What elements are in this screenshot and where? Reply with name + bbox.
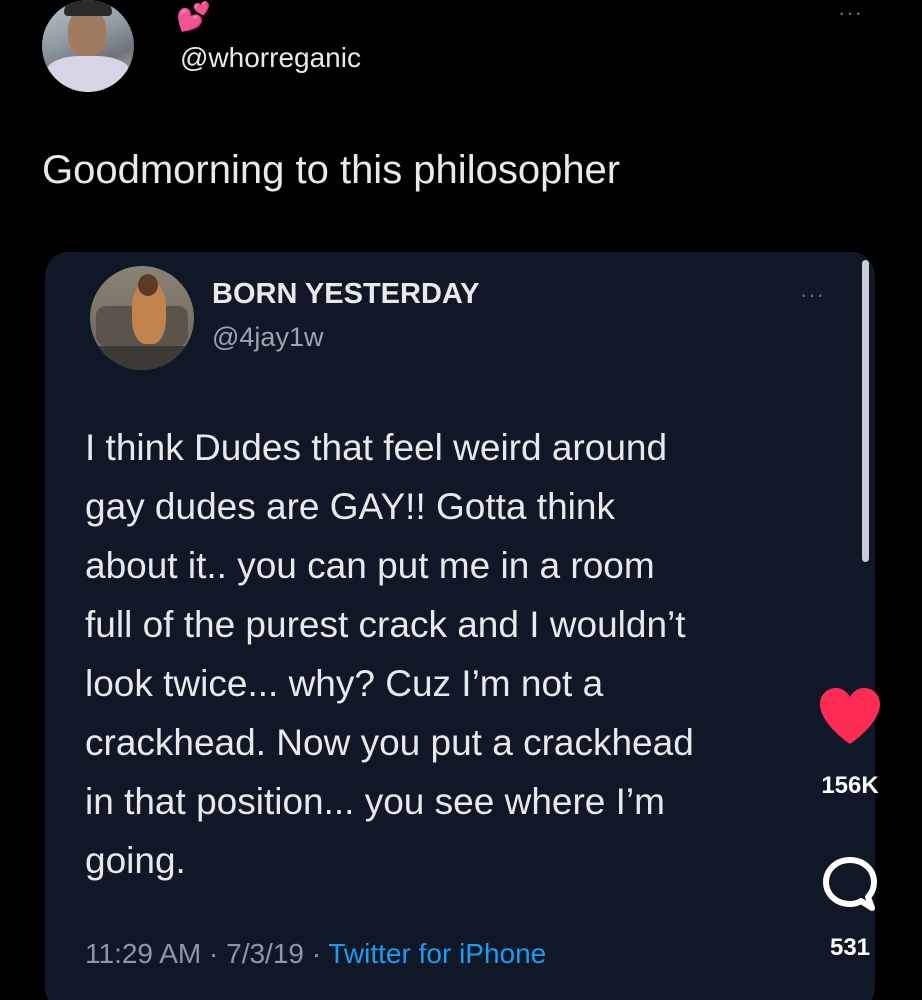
user-handle[interactable]: @whorreganic	[180, 42, 361, 74]
comment-icon-svg	[823, 857, 877, 911]
screen: 💕 @whorreganic ··· Goodmorning to this p…	[0, 0, 922, 1000]
heart-icon[interactable]	[816, 686, 884, 746]
more-options-icon[interactable]: ···	[838, 0, 863, 26]
quoted-text-line: crackhead. Now you put a crackhead	[85, 722, 694, 763]
quoted-more-options-icon[interactable]: ···	[800, 282, 825, 308]
like-count: 156K	[821, 772, 879, 799]
tweet-date[interactable]: 7/3/19	[226, 938, 304, 969]
tweet-time[interactable]: 11:29 AM	[85, 938, 201, 969]
meta-separator: ·	[303, 938, 329, 969]
quoted-text-line: in that position... you see where I’m	[85, 781, 665, 822]
heart-icon-svg	[820, 688, 880, 744]
avatar-floor	[90, 346, 194, 370]
quoted-text-line: full of the purest crack and I wouldn’t	[85, 604, 686, 645]
quoted-tweet-text: I think Dudes that feel weird around gay…	[85, 418, 845, 890]
quoted-handle[interactable]: @4jay1w	[212, 322, 323, 353]
comment-bubble-icon[interactable]	[820, 854, 880, 914]
quoted-text-line: look twice... why? Cuz I’m not a	[85, 663, 604, 704]
scrollbar[interactable]	[862, 260, 869, 562]
comment-bubble-shape	[823, 857, 877, 911]
quoted-text-line: I think Dudes that feel weird around	[85, 427, 668, 468]
quoted-display-name[interactable]: BORN YESTERDAY	[212, 278, 480, 311]
heart-shape	[820, 688, 880, 744]
tweet-source-link[interactable]: Twitter for iPhone	[328, 938, 546, 969]
quoted-text-line: gay dudes are GAY!! Gotta think	[85, 486, 615, 527]
avatar-shirt	[46, 56, 130, 92]
hearts-emoji: 💕	[176, 1, 211, 32]
post-text: Goodmorning to this philosopher	[42, 148, 621, 192]
avatar-hat	[64, 0, 112, 16]
quoted-text-line: about it.. you can put me in a room	[85, 545, 655, 586]
quoted-text-line: going.	[85, 840, 186, 881]
tweet-metadata: 11:29 AM · 7/3/19 · Twitter for iPhone	[85, 938, 546, 970]
meta-separator: ·	[201, 938, 227, 969]
avatar-head	[138, 274, 158, 296]
user-avatar[interactable]	[42, 0, 134, 92]
comment-count: 531	[829, 934, 871, 961]
quoted-user-avatar[interactable]	[90, 266, 194, 370]
